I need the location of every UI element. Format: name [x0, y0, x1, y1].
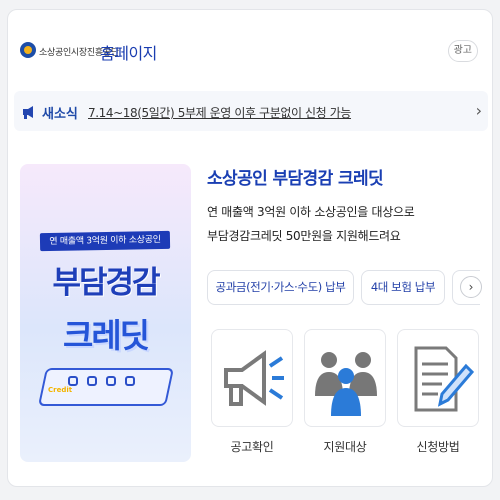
- tile-label-how-to-apply[interactable]: 신청방법: [397, 438, 479, 455]
- promo-image[interactable]: 연 매출액 3억원 이하 소상공인 부담경감 크레딧 Credit: [20, 164, 191, 462]
- ad-title[interactable]: 소상공인 부담경감 크레딧: [207, 164, 384, 189]
- insurance-icon: [125, 376, 135, 386]
- megaphone-icon: [23, 106, 33, 119]
- tile-label-eligibility[interactable]: 지원대상: [304, 438, 386, 455]
- org-logo: [20, 42, 36, 58]
- ad-header: 소상공인시장진흥공단 홈페이지 광고: [8, 10, 492, 80]
- chevron-right-icon[interactable]: ›: [460, 276, 482, 298]
- ad-badge[interactable]: 광고: [447, 40, 478, 62]
- promo-title-line2: 크레딧: [62, 316, 150, 355]
- tile-eligibility[interactable]: [304, 329, 386, 427]
- ad-card[interactable]: 소상공인시장진흥공단 홈페이지 광고 새소식 7.14~18(5일간) 5부제 …: [7, 9, 493, 487]
- ad-description-line2: 부담경감크레딧 50만원을 지원해드려요: [207, 229, 401, 243]
- ad-description-line1: 연 매출액 3억원 이하 소상공인을 대상으로: [207, 205, 415, 219]
- promo-subtitle: 연 매출액 3억원 이하 소상공인: [39, 230, 171, 252]
- news-label: 새소식: [42, 107, 78, 122]
- news-banner[interactable]: 새소식 7.14~18(5일간) 5부제 운영 이후 구분없이 신청 가능 ›: [14, 91, 488, 131]
- promo-title-line1: 부담경감: [52, 265, 160, 301]
- plug-icon: [68, 376, 78, 386]
- faucet-icon: [106, 376, 116, 386]
- document-pen-icon: [414, 346, 474, 412]
- tile-how-to-apply[interactable]: [397, 329, 479, 427]
- tile-label-announcement[interactable]: 공고확인: [211, 438, 293, 455]
- people-icon: [315, 352, 377, 416]
- chevron-right-icon[interactable]: ›: [476, 101, 482, 120]
- homepage-link[interactable]: 홈페이지: [100, 40, 157, 64]
- flame-icon: [87, 376, 97, 386]
- utility-icons: [68, 376, 168, 390]
- chip-insurance-payment[interactable]: 4대 보험 납부: [361, 270, 445, 305]
- tile-announcement[interactable]: [211, 329, 293, 427]
- chip-utility-payment[interactable]: 공과금(전기·가스·수도) 납부: [207, 270, 354, 305]
- news-link[interactable]: 7.14~18(5일간) 5부제 운영 이후 구분없이 신청 가능: [88, 104, 351, 121]
- megaphone-icon: [224, 350, 284, 406]
